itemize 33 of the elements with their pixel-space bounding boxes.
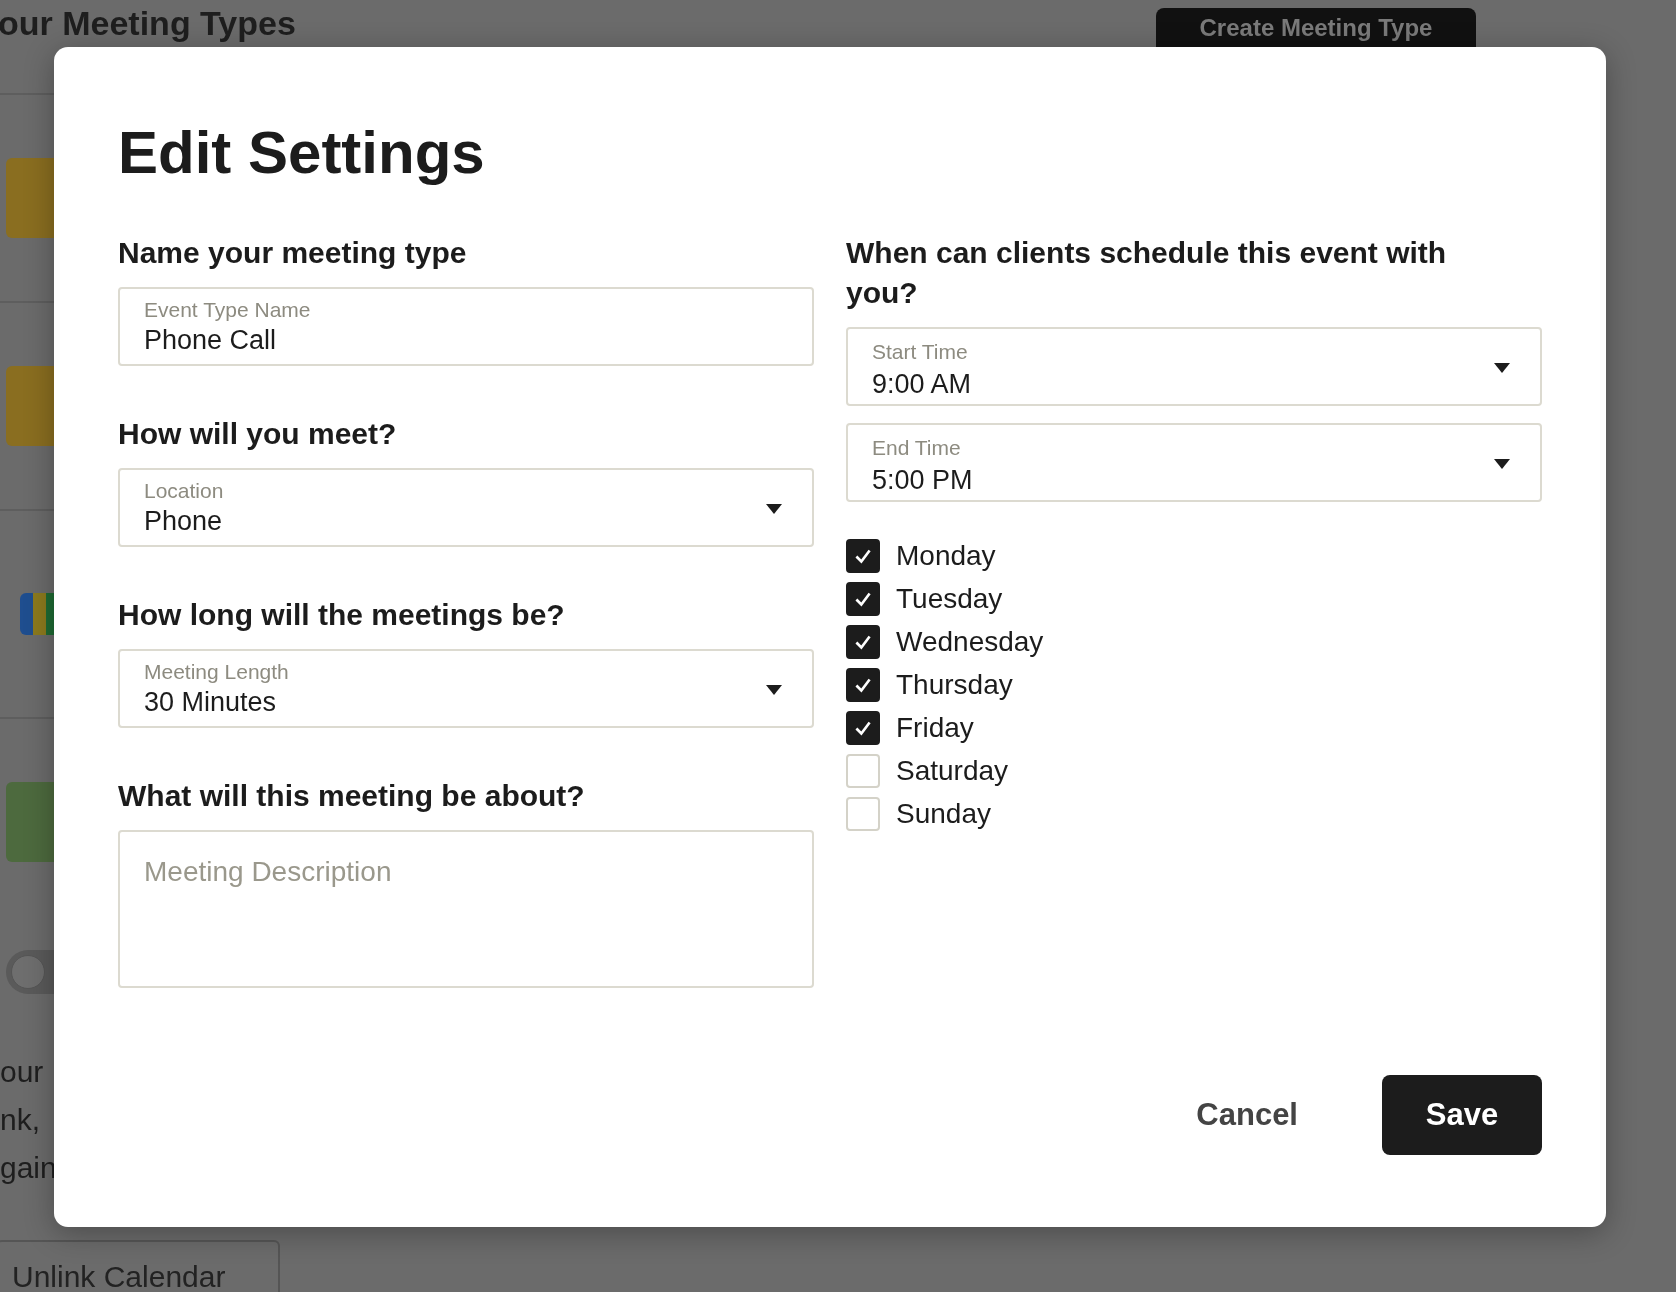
checkbox[interactable] <box>846 582 880 616</box>
text-line: gain <box>0 1150 58 1186</box>
caret-icon <box>766 504 782 514</box>
day-label: Monday <box>896 540 996 572</box>
select-field[interactable]: End Time 5:00 PM <box>846 423 1542 502</box>
input-field[interactable]: Event Type Name Phone Call <box>118 287 814 366</box>
day-label: Tuesday <box>896 583 1003 615</box>
section-heading: When can clients schedule this event with you? <box>846 235 1448 311</box>
day-label: Friday <box>896 712 974 744</box>
select-field[interactable]: Start Time 9:00 AM <box>846 327 1542 406</box>
select-field[interactable]: Location Phone <box>118 468 814 547</box>
section-heading: Name your meeting type <box>118 235 468 271</box>
section-heading: What will this meeting be about? <box>118 778 586 814</box>
text-line: our <box>0 1054 45 1090</box>
section-heading: How will you meet? <box>118 416 398 452</box>
day-label: Wednesday <box>896 626 1044 658</box>
checkbox[interactable] <box>846 668 880 702</box>
day-label: Saturday <box>896 755 1009 787</box>
day-label: Thursday <box>896 669 1013 701</box>
save-button[interactable]: Save <box>1382 1075 1542 1155</box>
caret-icon <box>1494 363 1510 373</box>
checkbox[interactable] <box>846 711 880 745</box>
dialog-title: Edit Settings <box>118 118 486 188</box>
caret-icon <box>766 685 782 695</box>
caret-icon <box>1494 459 1510 469</box>
section-heading: How long will the meetings be? <box>118 597 566 633</box>
text-line: nk, <box>0 1102 42 1138</box>
select-field[interactable]: Meeting Length 30 Minutes <box>118 649 814 728</box>
checkbox[interactable] <box>846 539 880 573</box>
checkbox[interactable] <box>846 625 880 659</box>
cancel-button[interactable]: Cancel <box>1196 1097 1298 1133</box>
day-label: Sunday <box>896 798 991 830</box>
page-title: our Meeting Types <box>0 3 297 43</box>
